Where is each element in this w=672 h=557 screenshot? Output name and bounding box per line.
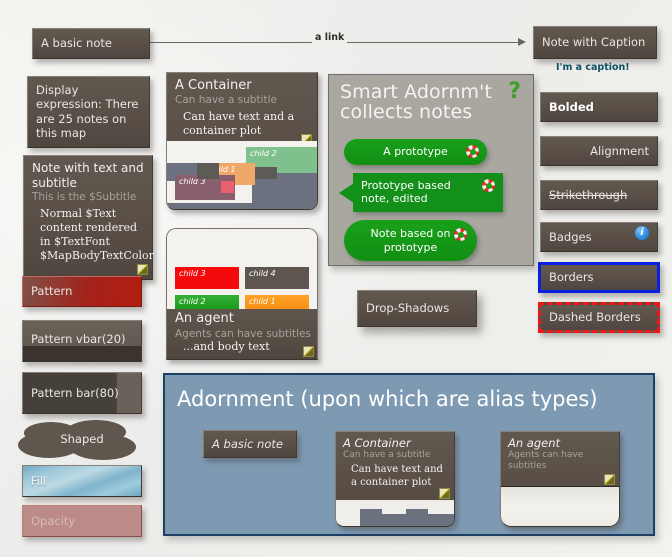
red-flag-icon	[297, 77, 311, 91]
note-badges-label: Badges	[549, 230, 592, 244]
note-container[interactable]: A Container Can have a subtitle Can have…	[166, 72, 318, 210]
text-marker-icon	[303, 346, 314, 357]
note-container-subtitle: Can have a subtitle	[175, 94, 309, 107]
lifering-badge-icon	[482, 179, 495, 192]
plot-child-label: child 4	[249, 269, 276, 278]
plot-child-label: child 2	[250, 149, 277, 158]
link-arrowhead	[518, 38, 526, 46]
note-drop-shadows[interactable]: Drop-Shadows	[357, 290, 477, 327]
note-text-subtitle-title: Note with text and subtitle	[32, 161, 144, 191]
note-container-body: Can have text and a container plot	[175, 110, 309, 138]
plot-child-box	[197, 163, 219, 179]
note-borders[interactable]: Borders	[538, 262, 660, 293]
note-display-expression-text: Display expression: There are 25 notes o…	[36, 82, 141, 141]
note-badges[interactable]: Badges i	[540, 222, 658, 252]
note-basic-title: A basic note	[41, 36, 112, 50]
alias-note-container-subtitle: Can have a subtitle	[343, 450, 447, 461]
note-dashed-borders[interactable]: Dashed Borders	[538, 302, 660, 333]
alias-note-agent-subtitle: Agents can have subtitles	[508, 450, 586, 472]
alias-note-basic-title: A basic note	[212, 437, 283, 451]
plot-child-box: child 2	[175, 295, 239, 309]
note-strikethrough[interactable]: Strikethrough	[540, 180, 658, 210]
text-marker-icon	[439, 488, 450, 499]
alias-note-container-body: Can have text and a container plot	[343, 464, 447, 490]
adornment-panel[interactable]: Adornment (upon which are alias types) A…	[163, 373, 655, 536]
text-marker-icon	[137, 264, 148, 275]
note-text-subtitle[interactable]: Note with text and subtitle This is the …	[23, 155, 153, 280]
plot-child-box: child 4	[245, 267, 309, 289]
note-pattern[interactable]: Pattern	[22, 276, 142, 307]
note-agent-title: An agent	[175, 311, 234, 326]
note-display-expression[interactable]: Display expression: There are 25 notes o…	[27, 76, 150, 148]
smart-adornment-title: Smart Adornm't collects notes	[340, 83, 495, 123]
note-borders-label: Borders	[549, 270, 594, 284]
note-agent-subtitle: Agents can have subtitles	[175, 328, 311, 341]
note-agent-body: ...and body text	[175, 340, 270, 354]
alias-note-container[interactable]: A Container Can have a subtitle Can have…	[335, 431, 455, 527]
alias-note-agent-title: An agent	[508, 436, 612, 450]
note-dashed-borders-label: Dashed Borders	[549, 310, 641, 324]
note-shaped-label: Shaped	[60, 432, 103, 446]
note-opacity-label: Opacity	[31, 514, 75, 528]
alias-note-basic[interactable]: A basic note	[203, 430, 297, 458]
smart-note-label: Prototype based note, edited	[361, 179, 471, 206]
note-text-subtitle-body: Normal $Text content rendered in $TextFo…	[32, 207, 144, 263]
plot-child-box	[255, 167, 277, 179]
alias-container-plot	[336, 500, 454, 527]
agent-plot: child 3 child 4 child 2 child 1	[167, 229, 317, 309]
note-pattern-label: Pattern	[31, 284, 72, 298]
text-marker-icon	[604, 474, 615, 485]
blue-flag-icon	[297, 305, 311, 319]
note-drop-shadows-label: Drop-Shadows	[366, 301, 449, 315]
note-alignment[interactable]: Alignment	[540, 136, 658, 166]
note-with-caption[interactable]: Note with Caption	[533, 26, 657, 59]
note-pattern-vbar[interactable]: Pattern vbar(20)	[22, 320, 142, 362]
info-badge-icon: i	[635, 226, 649, 240]
adornment-title: Adornment (upon which are alias types)	[177, 387, 598, 411]
note-bolded-label: Bolded	[549, 100, 594, 114]
smart-note-a-prototype[interactable]: A prototype	[344, 139, 487, 165]
note-fill[interactable]: Fill	[22, 465, 142, 497]
smart-note-label: A prototype	[383, 145, 448, 159]
plot-child-label: child 1	[249, 297, 276, 306]
link-label[interactable]: a link	[312, 32, 347, 43]
plot-child-label: child 3	[179, 269, 206, 278]
note-pattern-vbar-label: Pattern vbar(20)	[31, 332, 126, 346]
lifering-badge-icon	[466, 145, 479, 158]
plot-child-box	[221, 181, 234, 193]
note-agent[interactable]: child 3 child 4 child 2 child 1 An agent…	[166, 228, 318, 360]
alias-note-container-title: A Container	[343, 436, 447, 450]
note-text-subtitle-subtitle: This is the $Subtitle	[32, 191, 144, 204]
note-basic[interactable]: A basic note	[32, 28, 150, 59]
lifering-badge-icon	[454, 228, 467, 241]
red-flag-icon	[435, 435, 449, 449]
note-fill-label: Fill	[31, 474, 46, 488]
smart-note-note-based-on-prototype[interactable]: Note based on prototype	[344, 220, 477, 261]
question-badge-icon: ?	[508, 81, 521, 103]
note-alignment-label: Alignment	[590, 144, 649, 158]
note-pattern-bar-label: Pattern bar(80)	[31, 386, 119, 400]
blue-flag-icon	[600, 435, 614, 449]
alias-agent-plot	[501, 486, 619, 527]
note-container-title: A Container	[175, 78, 309, 94]
plot-child-label: child 2	[179, 297, 206, 306]
smart-adornment-panel[interactable]: Smart Adornm't collects notes ? A protot…	[328, 74, 534, 266]
note-shaped[interactable]: Shaped	[18, 420, 146, 462]
note-caption: I'm a caption!	[556, 62, 630, 73]
note-with-caption-title: Note with Caption	[542, 35, 645, 49]
note-bolded[interactable]: Bolded	[540, 92, 658, 122]
note-strikethrough-label: Strikethrough	[549, 188, 627, 202]
note-opacity[interactable]: Opacity	[22, 505, 142, 537]
note-pattern-bar[interactable]: Pattern bar(80)	[22, 372, 142, 414]
alias-note-agent[interactable]: An agent Agents can have subtitles	[500, 431, 620, 527]
container-plot: child 2 child 1 child 3	[167, 141, 317, 210]
plot-child-box: child 3	[175, 267, 239, 289]
smart-note-prototype-edited[interactable]: Prototype based note, edited	[339, 173, 503, 212]
